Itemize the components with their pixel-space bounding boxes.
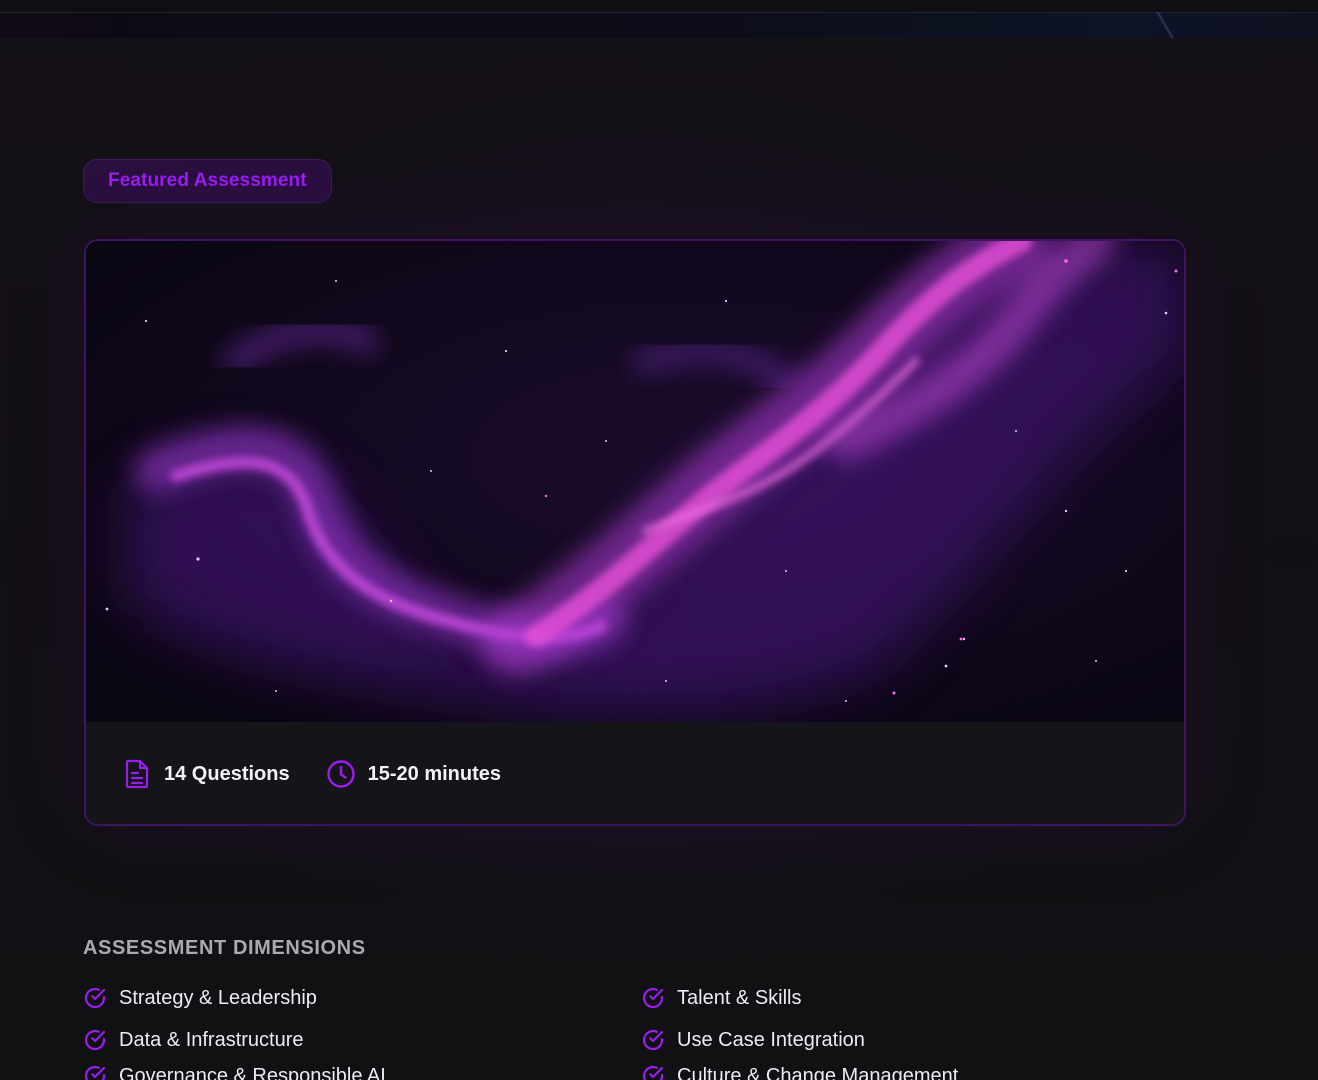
dimension-label: Culture & Change Management xyxy=(677,1064,959,1080)
dimensions-heading: ASSESSMENT DIMENSIONS xyxy=(83,937,366,959)
dimension-label: Use Case Integration xyxy=(677,1028,865,1051)
dimension-item: Governance & Responsible AI xyxy=(83,1061,386,1080)
dimension-item: Talent & Skills xyxy=(641,983,802,1013)
dimension-label: Data & Infrastructure xyxy=(119,1028,304,1051)
nebula-image xyxy=(86,241,1184,722)
dimension-label: Talent & Skills xyxy=(677,986,802,1009)
check-circle-icon xyxy=(83,1028,107,1052)
check-circle-icon xyxy=(641,1028,665,1052)
decorative-line xyxy=(1150,12,1180,38)
dimension-item: Use Case Integration xyxy=(641,1025,865,1055)
assessment-card[interactable]: 14 Questions 15-20 minutes xyxy=(84,239,1186,826)
dimension-item: Strategy & Leadership xyxy=(83,983,317,1013)
featured-badge: Featured Assessment xyxy=(83,159,332,203)
questions-stat: 14 Questions xyxy=(122,759,290,789)
questions-count: 14 Questions xyxy=(164,762,290,785)
check-circle-icon xyxy=(83,986,107,1010)
check-circle-icon xyxy=(641,986,665,1010)
duration-stat: 15-20 minutes xyxy=(326,759,501,789)
clock-icon xyxy=(326,759,356,789)
document-icon xyxy=(122,759,152,789)
top-strip xyxy=(0,0,1318,38)
dimension-label: Strategy & Leadership xyxy=(119,986,317,1009)
divider xyxy=(0,12,1318,13)
dimension-label: Governance & Responsible AI xyxy=(119,1064,386,1080)
card-meta: 14 Questions 15-20 minutes xyxy=(86,722,1184,824)
dimension-item: Culture & Change Management xyxy=(641,1061,958,1080)
check-circle-icon xyxy=(641,1064,665,1080)
check-circle-icon xyxy=(83,1064,107,1080)
featured-badge-label: Featured Assessment xyxy=(108,170,307,191)
dimension-item: Data & Infrastructure xyxy=(83,1025,304,1055)
duration-label: 15-20 minutes xyxy=(367,762,501,785)
page: Featured Assessment 14 Questions 15-20 m… xyxy=(0,0,1318,1080)
